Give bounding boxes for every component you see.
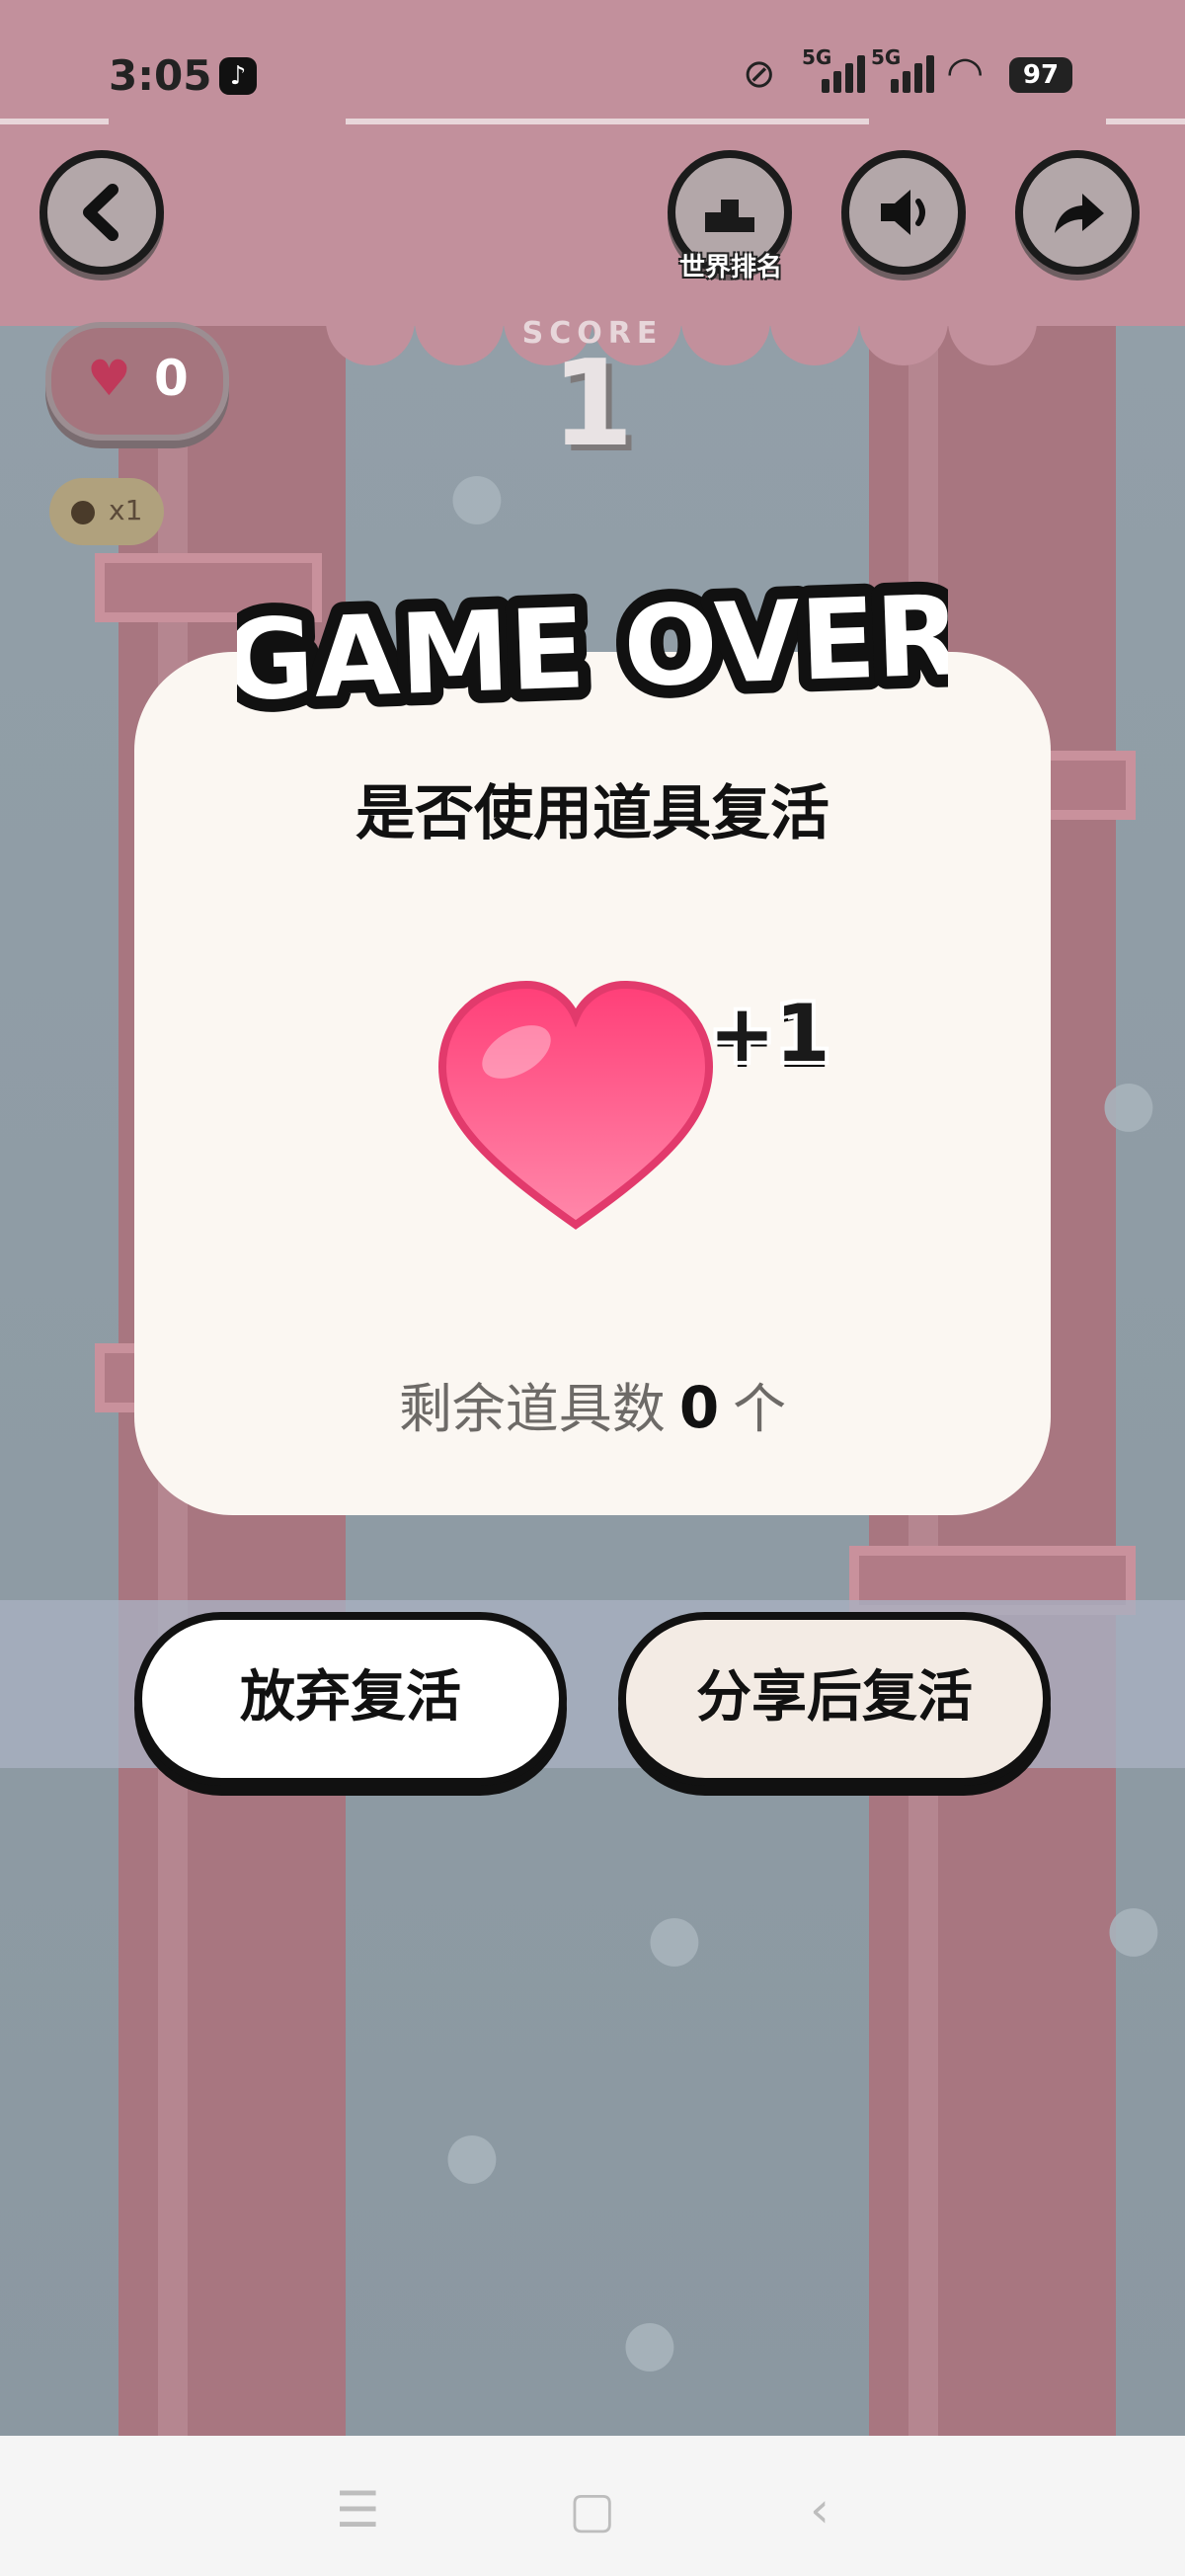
coin-multiplier: x1 [49, 478, 164, 545]
lives-counter: ♥ 0 [45, 322, 229, 441]
lives-count: 0 [154, 350, 189, 407]
share-arrow-icon [1055, 194, 1104, 233]
chevron-left-icon [83, 184, 118, 241]
game-over-heading: GAME OVER GAME OVER [237, 559, 948, 739]
remaining-items: 剩余道具数 0 个 [134, 1365, 1051, 1443]
svg-text:GAME OVER: GAME OVER [237, 572, 948, 726]
status-bar: 3:05 ♪ ⊘ 5G 5G ◠ 97 [0, 0, 1185, 148]
share-revive-button[interactable]: 分享后复活 [618, 1612, 1051, 1786]
paw-print-icon: ● [1101, 1067, 1156, 1140]
paw-print-icon: ● [1106, 1892, 1161, 1965]
signal-icon: 5G [802, 45, 865, 93]
share-button[interactable] [1015, 150, 1140, 275]
heart-icon: ♥ [87, 350, 131, 407]
battery-icon: 97 [1009, 57, 1072, 93]
remaining-label: 剩余道具数 [398, 1378, 666, 1440]
sound-button[interactable] [841, 150, 966, 275]
multiplier-text: x1 [109, 494, 143, 526]
tiktok-icon: ♪ [219, 57, 257, 95]
paw-print-icon: ● [449, 459, 505, 532]
home-icon[interactable]: ▢ [569, 2485, 615, 2535]
remaining-count: 0 [678, 1374, 720, 1441]
remaining-unit: 个 [733, 1378, 787, 1440]
revive-question: 是否使用道具复活 [356, 779, 830, 848]
mute-icon: ⊘ [743, 51, 776, 97]
system-nav-bar: ☰ ▢ ‹ [0, 2436, 1185, 2576]
coin-icon [71, 501, 95, 524]
back-button[interactable] [40, 150, 164, 275]
paw-print-icon: ● [622, 2306, 677, 2379]
clock: 3:05 [109, 51, 212, 100]
give-up-button[interactable]: 放弃复活 [134, 1612, 567, 1786]
speaker-icon [881, 190, 925, 235]
heart-icon [437, 980, 714, 1230]
score-value: 1 [551, 336, 634, 473]
paw-print-icon: ● [444, 2119, 500, 2192]
wifi-icon: ◠ [946, 47, 985, 98]
paw-print-icon: ● [647, 1901, 702, 1974]
menu-icon[interactable]: ☰ [336, 2485, 380, 2535]
back-nav-icon[interactable]: ‹ [810, 2485, 830, 2535]
reward-badge: +1 [709, 988, 830, 1080]
ranking-label: 世界排名 [678, 253, 782, 282]
signal-icon: 5G [871, 45, 934, 93]
